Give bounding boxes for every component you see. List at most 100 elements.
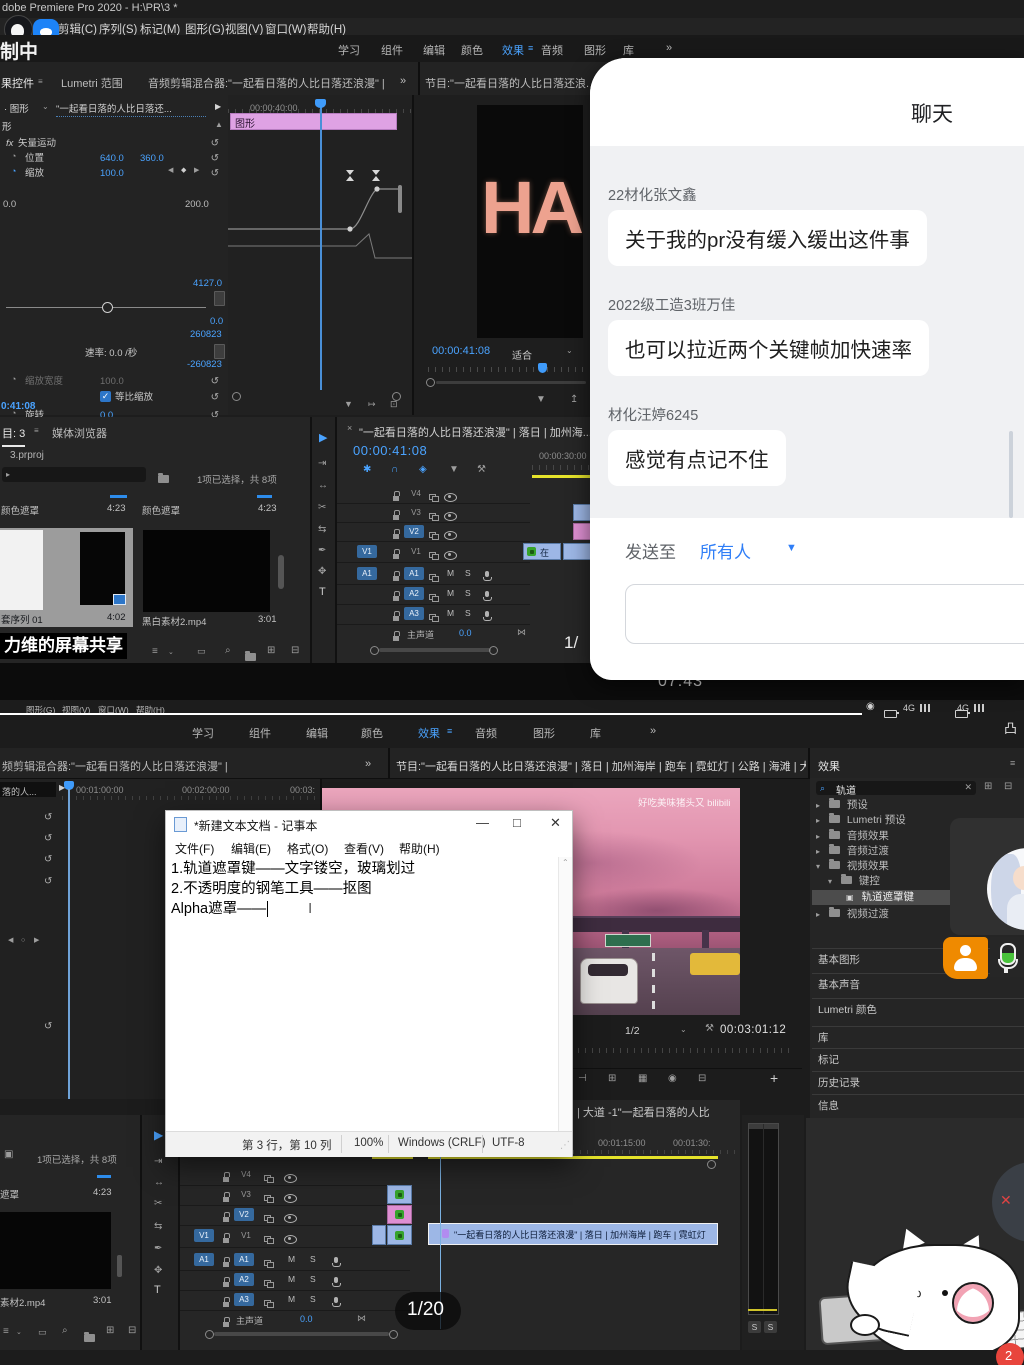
zoom-level-select[interactable]: 适合 — [512, 347, 532, 362]
fx-panel-icon[interactable]: ⊟ — [1004, 782, 1012, 792]
tab-audio-mixer[interactable]: 频剪辑混合器:"一起看日落的人比日落还浪漫" | — [2, 758, 354, 774]
timeline-clip[interactable] — [387, 1225, 412, 1245]
clip-name[interactable]: 黑白素材2.mp4 — [142, 614, 206, 628]
mute-button[interactable]: M — [288, 1294, 295, 1304]
new-item-icon[interactable]: ⊞ — [267, 646, 275, 656]
tab-effects-active[interactable]: 效果 — [418, 725, 440, 741]
track-name-targeted[interactable]: A2 — [404, 587, 424, 600]
panel-header-history[interactable]: 历史记录 — [812, 1071, 1024, 1093]
add-marker-icon[interactable]: ▼ — [536, 395, 546, 405]
timeline-clip-pink[interactable] — [573, 523, 591, 540]
tab-overflow[interactable]: » — [666, 42, 672, 54]
track-name[interactable]: V1 — [406, 545, 426, 558]
scroll-handle-icon[interactable] — [232, 392, 241, 401]
tab-assembly[interactable]: 组件 — [249, 725, 271, 741]
solo-button[interactable]: S — [310, 1274, 316, 1284]
selection-tool-icon[interactable]: ▶ — [154, 1128, 163, 1142]
razor-tool-icon[interactable]: ✂ — [154, 1199, 162, 1209]
clip-name[interactable]: 颜色遮罩 — [142, 503, 180, 517]
stopwatch-icon[interactable]: ◔ — [11, 167, 16, 176]
master-gain-value[interactable]: 0.0 — [300, 1314, 313, 1324]
kf-playhead-line[interactable] — [320, 103, 322, 390]
mute-button[interactable]: M — [288, 1274, 295, 1284]
clip-scrub-bar[interactable] — [97, 1175, 111, 1178]
lift-icon[interactable]: ↥ — [570, 395, 578, 405]
timeline-tab-suffix[interactable]: | 大道 -1"一起看日落的人比 — [577, 1104, 737, 1120]
scroll-handle-icon[interactable] — [370, 646, 379, 655]
chevron-down-icon[interactable]: ▾ — [828, 877, 832, 886]
clip-name[interactable]: 遮罩 — [0, 1187, 19, 1201]
prev-keyframe-icon[interactable]: ◀ — [168, 167, 173, 174]
uniform-scale-checkbox[interactable]: ✓ — [100, 391, 111, 402]
ripple-edit-tool-icon[interactable]: ↔ — [318, 481, 328, 491]
track-name[interactable]: V4 — [236, 1168, 256, 1181]
tab-color[interactable]: 颜色 — [361, 725, 383, 741]
voiceover-mic-icon[interactable] — [332, 1294, 339, 1312]
kf-scrollbar-thumb[interactable] — [398, 185, 402, 213]
panel-header-lumetri-color[interactable]: Lumetri 颜色 — [812, 998, 1024, 1020]
trash-icon[interactable]: ⊟ — [128, 1326, 136, 1336]
new-bin-icon[interactable] — [84, 1329, 95, 1347]
chevron-down-icon[interactable]: ⌄ — [168, 649, 174, 656]
tab-learn[interactable]: 学习 — [192, 725, 214, 741]
mute-button[interactable]: M — [288, 1254, 295, 1264]
mark-in-out-icon[interactable]: ⊣ — [578, 1074, 587, 1084]
scroll-handle-icon[interactable] — [426, 378, 435, 387]
timeline-timecode[interactable]: 00:00:41:08 — [353, 443, 427, 458]
next-keyframe-icon[interactable]: ▶ — [34, 937, 39, 944]
ec-vector-motion[interactable]: 矢量运动 — [18, 137, 56, 150]
settings-wrench-icon[interactable]: ⚒ — [705, 1024, 714, 1034]
track-lock-icon[interactable] — [223, 1230, 230, 1248]
reset-icon[interactable]: ↺ — [211, 137, 219, 150]
track-visibility-icon[interactable] — [444, 547, 457, 565]
clip-scrub-bar[interactable] — [110, 495, 127, 498]
add-marker-icon[interactable]: ▼ — [449, 465, 459, 475]
type-tool-icon[interactable]: T — [319, 587, 326, 598]
track-name[interactable]: V1 — [236, 1229, 256, 1242]
track-lock-icon[interactable] — [223, 1294, 230, 1312]
tab-learn[interactable]: 学习 — [338, 42, 360, 58]
chevron-right-icon[interactable]: ▸ — [816, 816, 820, 825]
tab-color[interactable]: 颜色 — [461, 42, 483, 58]
monitor-scrub-track[interactable] — [578, 1048, 795, 1053]
clip-thumbnail-black[interactable] — [0, 1212, 111, 1289]
mini-playhead-line[interactable] — [68, 789, 70, 1099]
kf-playhead-marker[interactable] — [315, 99, 326, 108]
timeline-settings-icon[interactable]: ⚒ — [477, 465, 486, 475]
reset-icon[interactable]: ↺ — [44, 833, 52, 844]
filter-icon[interactable]: ▼ — [344, 400, 353, 409]
sequence-tab-remnant[interactable]: 落的人... — [0, 782, 56, 797]
track-name[interactable]: V3 — [236, 1188, 256, 1201]
clip-cell-selected[interactable]: 套序列 01 4:02 — [0, 528, 133, 627]
fx-tree-item[interactable]: ▸ 音频效果 — [812, 829, 889, 844]
slip-tool-icon[interactable]: ⇆ — [318, 525, 326, 535]
type-tool-icon[interactable]: T — [154, 1285, 161, 1296]
overwrite-icon[interactable]: ▦ — [638, 1074, 647, 1084]
keyframe-dot-icon[interactable]: ○ — [21, 937, 25, 944]
tab-edit[interactable]: 编辑 — [423, 42, 445, 58]
chevron-down-icon[interactable]: ⌄ — [566, 347, 573, 355]
ripple-edit-tool-icon[interactable]: ↔ — [154, 1178, 164, 1188]
master-gain-value[interactable]: 0.0 — [459, 628, 472, 638]
ease-keyframe-icon[interactable] — [346, 170, 355, 181]
track-select-tool-icon[interactable]: ⇥ — [154, 1157, 162, 1167]
selection-tool-icon[interactable]: ▶ — [319, 431, 327, 444]
linked-selection-icon[interactable]: ∩ — [391, 465, 398, 475]
fx-new-bin-icon[interactable]: ⊞ — [984, 782, 992, 792]
compare-view-icon[interactable]: ⊟ — [698, 1074, 706, 1084]
clear-search-icon[interactable]: ✕ — [964, 783, 972, 792]
chevron-down-icon[interactable]: ⌄ — [42, 103, 49, 111]
list-view-icon[interactable]: ≡ — [152, 647, 158, 657]
menu-item[interactable]: 文件(F) — [175, 840, 214, 857]
menu-item[interactable]: 帮助(H) — [399, 840, 440, 857]
solo-left-button[interactable]: S — [748, 1321, 761, 1333]
chevron-down-icon[interactable]: ▾ — [816, 862, 820, 871]
collapse-up-icon[interactable]: ▲ — [215, 121, 223, 129]
solo-button[interactable]: S — [465, 608, 471, 618]
solo-button[interactable]: S — [465, 588, 471, 598]
project-scrollbar-thumb[interactable] — [278, 555, 284, 589]
trash-icon[interactable]: ⊟ — [291, 646, 299, 656]
pen-tool-icon[interactable]: ✒ — [318, 546, 326, 556]
panel-header-info[interactable]: 信息 — [812, 1094, 1024, 1116]
mute-button[interactable]: M — [447, 588, 454, 598]
